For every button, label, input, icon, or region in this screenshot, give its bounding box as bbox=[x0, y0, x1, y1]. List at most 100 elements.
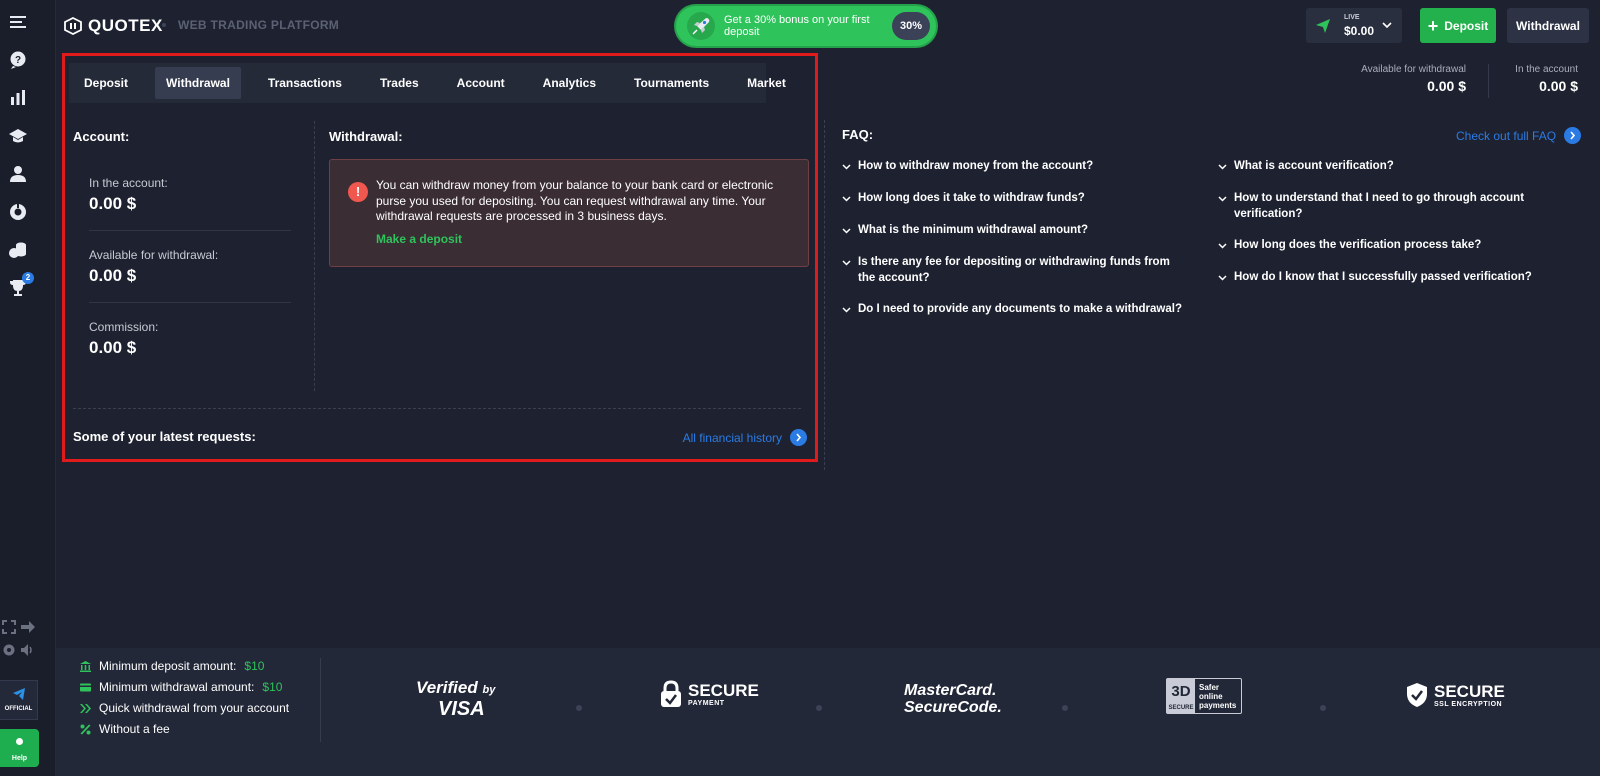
alert-text: You can withdraw money from your balance… bbox=[376, 178, 774, 223]
faq-item[interactable]: How long does the verification process t… bbox=[1218, 238, 1538, 254]
min-deposit-value: $10 bbox=[244, 659, 265, 673]
separator-dot bbox=[1062, 705, 1068, 711]
td-text3: payments bbox=[1199, 700, 1237, 710]
available-stat-label: Available for withdrawal bbox=[1361, 64, 1466, 75]
faq-question: How to understand that I need to go thro… bbox=[1234, 192, 1525, 220]
trophy-icon[interactable]: 2 bbox=[8, 272, 34, 298]
percent-icon bbox=[80, 724, 91, 734]
tab-transactions[interactable]: Transactions bbox=[257, 67, 353, 99]
top-bar: QUOTEX WEB TRADING PLATFORM Get a 30% bo… bbox=[56, 0, 1600, 52]
bonus-percent-badge: 30% bbox=[892, 12, 930, 40]
account-stat-value: 0.00 $ bbox=[1539, 78, 1578, 94]
bonus-text: Get a 30% bonus on your first deposit bbox=[724, 14, 870, 38]
chevron-down-icon bbox=[1218, 243, 1227, 249]
chevron-down-icon bbox=[1382, 22, 1392, 29]
commission-label: Commission: bbox=[89, 320, 159, 334]
quick-withdrawal-label: Quick withdrawal from your account bbox=[99, 701, 290, 715]
tab-account[interactable]: Account bbox=[446, 67, 516, 99]
user-icon[interactable] bbox=[8, 164, 28, 184]
vbv-by: by bbox=[482, 684, 496, 696]
faq-item[interactable]: What is the minimum withdrawal amount? bbox=[842, 223, 1182, 239]
td-text2: online bbox=[1199, 691, 1223, 701]
faq-item[interactable]: Do I need to provide any documents to ma… bbox=[842, 302, 1182, 318]
divider bbox=[89, 302, 291, 303]
faq-item[interactable]: How long does it take to withdraw funds? bbox=[842, 191, 1182, 207]
faq-item[interactable]: How to withdraw money from the account? bbox=[842, 159, 1182, 175]
chevron-down-icon bbox=[1218, 196, 1227, 202]
chevron-down-icon bbox=[842, 307, 851, 313]
brand-name: QUOTEX bbox=[88, 16, 163, 35]
telegram-icon bbox=[12, 688, 25, 700]
quick-withdrawal-feature: Quick withdrawal from your account bbox=[80, 701, 289, 715]
account-title: Account: bbox=[73, 129, 130, 144]
full-faq-link[interactable]: Check out full FAQ bbox=[1456, 127, 1582, 144]
shield-icon bbox=[1407, 683, 1427, 707]
available-row: Available for withdrawal: 0.00 $ bbox=[89, 248, 218, 286]
tab-tournaments[interactable]: Tournaments bbox=[623, 67, 720, 99]
withdrawal-button-label: Withdrawal bbox=[1516, 18, 1580, 33]
menu-icon[interactable] bbox=[8, 12, 28, 32]
in-account-row: In the account: 0.00 $ bbox=[89, 176, 168, 214]
chart-icon[interactable] bbox=[8, 88, 28, 108]
help-button[interactable]: Help bbox=[0, 729, 39, 767]
financial-history-link[interactable]: All financial history bbox=[683, 429, 807, 446]
paper-plane-icon bbox=[1316, 19, 1330, 33]
official-telegram-button[interactable]: OFFICIAL bbox=[0, 680, 38, 720]
withdrawal-button[interactable]: Withdrawal bbox=[1507, 8, 1589, 43]
chevron-down-icon bbox=[842, 260, 851, 266]
footer-divider bbox=[320, 658, 321, 742]
account-stat: In the account 0.00 $ bbox=[1515, 64, 1578, 94]
bonus-banner[interactable]: Get a 30% bonus on your first deposit 30… bbox=[676, 6, 936, 46]
make-deposit-link[interactable]: Make a deposit bbox=[376, 232, 462, 246]
min-deposit-feature: Minimum deposit amount: $10 bbox=[80, 659, 264, 673]
settings-icon[interactable] bbox=[2, 643, 16, 657]
3d-secure-logo: 3D SECURE Safer online payments bbox=[1166, 678, 1242, 714]
coins-icon[interactable] bbox=[8, 240, 28, 260]
faq-question: What is the minimum withdrawal amount? bbox=[858, 224, 1089, 236]
official-label: OFFICIAL bbox=[4, 706, 33, 712]
sound-icon[interactable] bbox=[21, 643, 35, 657]
chevron-down-icon bbox=[1218, 275, 1227, 281]
account-switcher[interactable]: LIVE $0.00 bbox=[1306, 8, 1402, 43]
faq-item[interactable]: How to understand that I need to go thro… bbox=[1218, 191, 1538, 222]
online-dot-icon bbox=[16, 738, 23, 745]
faq-item[interactable]: How do I know that I successfully passed… bbox=[1218, 270, 1538, 286]
faq-item[interactable]: What is account verification? bbox=[1218, 159, 1538, 175]
arrow-right-icon[interactable] bbox=[21, 620, 35, 634]
faq-question: How to withdraw money from the account? bbox=[858, 160, 1094, 172]
chevron-right-icon bbox=[1564, 127, 1582, 144]
latest-requests-title: Some of your latest requests: bbox=[73, 429, 256, 444]
withdrawal-panel: Deposit Withdrawal Transactions Trades A… bbox=[62, 53, 818, 462]
tab-market[interactable]: Market bbox=[736, 67, 797, 99]
withdrawal-title: Withdrawal: bbox=[329, 129, 403, 144]
faq-item[interactable]: Is there any fee for depositing or withd… bbox=[842, 255, 1182, 286]
lock-icon bbox=[661, 680, 681, 707]
available-stat: Available for withdrawal 0.00 $ bbox=[1361, 64, 1466, 94]
live-label: LIVE bbox=[1344, 14, 1360, 21]
column-divider bbox=[314, 121, 315, 391]
vbv-visa: VISA bbox=[438, 698, 485, 720]
fullscreen-icon[interactable] bbox=[2, 620, 16, 634]
available-stat-value: 0.00 $ bbox=[1427, 78, 1466, 94]
tab-withdrawal[interactable]: Withdrawal bbox=[155, 67, 241, 99]
tab-deposit[interactable]: Deposit bbox=[73, 67, 139, 99]
tab-trades[interactable]: Trades bbox=[369, 67, 430, 99]
brand-logo[interactable]: QUOTEX bbox=[64, 16, 163, 36]
education-icon[interactable] bbox=[8, 126, 28, 146]
ssl-title: SECURE bbox=[1434, 681, 1505, 701]
deposit-button[interactable]: + Deposit bbox=[1420, 8, 1496, 43]
available-value: 0.00 $ bbox=[89, 266, 137, 285]
tournament-badge: 2 bbox=[22, 272, 34, 284]
faq-question: How long does the verification process t… bbox=[1234, 239, 1482, 251]
footer: Minimum deposit amount: $10 Minimum with… bbox=[56, 648, 1600, 776]
commission-value: 0.00 $ bbox=[89, 338, 137, 357]
tab-analytics[interactable]: Analytics bbox=[532, 67, 607, 99]
support-icon[interactable]: ? bbox=[8, 50, 28, 70]
withdrawal-alert: ! You can withdraw money from your balan… bbox=[329, 159, 809, 267]
bank-icon bbox=[80, 660, 91, 672]
available-label: Available for withdrawal: bbox=[89, 248, 219, 262]
account-stat-label: In the account bbox=[1515, 64, 1578, 75]
platform-label: WEB TRADING PLATFORM bbox=[178, 18, 340, 32]
market-icon[interactable] bbox=[8, 202, 28, 222]
separator-dot bbox=[816, 705, 822, 711]
